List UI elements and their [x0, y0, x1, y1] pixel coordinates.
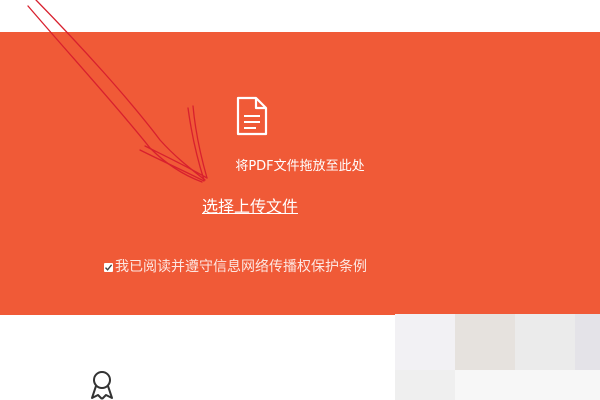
blurred-region: [395, 314, 455, 370]
blurred-region: [575, 314, 600, 370]
upload-page: 将PDF文件拖放至此处 选择上传文件 我已阅读并遵守信息网络传播权保护条例: [0, 0, 600, 400]
drop-hint-text: 将PDF文件拖放至此处: [235, 159, 365, 174]
document-icon: [236, 96, 268, 136]
blurred-region: [515, 314, 575, 370]
blurred-region: [455, 370, 600, 400]
select-upload-file-link[interactable]: 选择上传文件: [0, 196, 500, 218]
checkbox-checked-icon: [104, 263, 113, 271]
award-icon: [91, 371, 113, 400]
agreement-row: 我已阅读并遵守信息网络传播权保护条例: [104, 258, 367, 276]
blurred-region: [455, 314, 515, 370]
agreement-text: 我已阅读并遵守信息网络传播权保护条例: [115, 259, 367, 275]
agreement-checkbox[interactable]: [104, 262, 113, 272]
blurred-region: [395, 370, 455, 400]
